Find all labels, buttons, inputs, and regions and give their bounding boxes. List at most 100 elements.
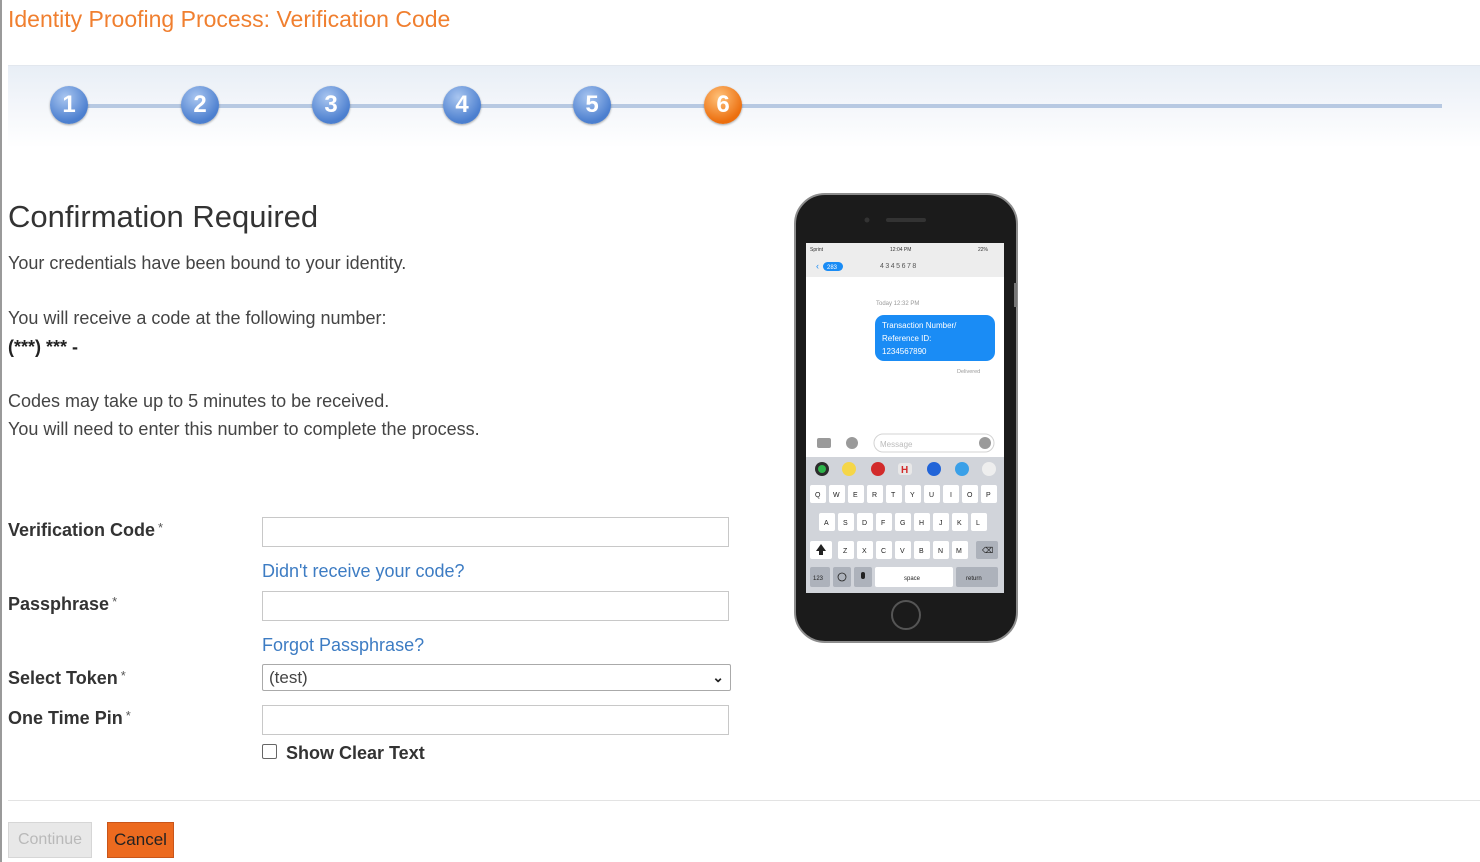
step-3: 3: [312, 86, 350, 124]
svg-text:E: E: [853, 492, 858, 499]
svg-text:space: space: [904, 576, 921, 582]
svg-text:J: J: [939, 520, 943, 527]
keyboard-row-4: 123 space return: [810, 567, 998, 587]
select-token-dropdown[interactable]: (test) ⌄: [262, 664, 731, 691]
svg-text:M: M: [956, 548, 962, 555]
step-4: 4: [443, 86, 481, 124]
app-icon-3: [871, 462, 885, 476]
phone-speaker: [886, 218, 926, 222]
message-timestamp: Today 12:32 PM: [876, 301, 919, 307]
resend-code-link[interactable]: Didn't receive your code?: [262, 561, 465, 582]
page-left-border: [0, 0, 2, 862]
select-token-value: (test): [269, 668, 308, 687]
step-5: 5: [573, 86, 611, 124]
sender-number: 4345678: [880, 263, 918, 270]
svg-text:X: X: [862, 548, 867, 555]
appstore-icon: [846, 437, 858, 449]
cancel-button[interactable]: Cancel: [107, 822, 174, 858]
message-input-placeholder: Message: [880, 440, 913, 449]
message-line-2: Reference ID:: [882, 334, 931, 343]
svg-text:return: return: [966, 576, 982, 582]
svg-text:F: F: [881, 520, 885, 527]
masked-phone-number: (***) *** -: [8, 337, 79, 357]
phone-side-button: [1014, 283, 1017, 307]
continue-button[interactable]: Continue: [8, 822, 92, 858]
message-line-3: 1234567890: [882, 347, 927, 356]
svg-text:K: K: [957, 520, 962, 527]
select-token-label: Select Token *: [8, 668, 126, 689]
required-marker: *: [112, 594, 118, 609]
passphrase-input[interactable]: [262, 591, 729, 621]
step-1: 1: [50, 86, 88, 124]
step-6-active: 6: [704, 86, 742, 124]
passphrase-label-text: Passphrase: [8, 594, 110, 614]
svg-text:H: H: [919, 520, 924, 527]
audio-icon: [979, 437, 991, 449]
app-icon-4-letter: H: [901, 465, 908, 476]
status-time: 12:04 PM: [890, 247, 911, 253]
delivered-status: Delivered: [957, 369, 980, 375]
one-time-pin-input[interactable]: [262, 705, 729, 735]
svg-text:S: S: [843, 520, 848, 527]
svg-text:G: G: [900, 520, 905, 527]
svg-text:I: I: [950, 492, 952, 499]
status-carrier: Sprint: [810, 247, 824, 253]
enter-number-text: You will need to enter this number to co…: [8, 419, 480, 439]
camera-icon: [817, 438, 831, 448]
progress-stepper-line: [60, 104, 1442, 108]
step-2: 2: [181, 86, 219, 124]
show-clear-text-checkbox[interactable]: [262, 744, 277, 759]
one-time-pin-label: One Time Pin *: [8, 708, 131, 729]
forgot-passphrase-link[interactable]: Forgot Passphrase?: [262, 635, 424, 656]
message-line-1: Transaction Number/: [882, 321, 957, 330]
svg-text:C: C: [881, 548, 886, 555]
status-battery: 22%: [978, 247, 989, 253]
globe-key: [833, 567, 851, 587]
required-marker: *: [158, 520, 164, 535]
svg-text:N: N: [938, 548, 943, 555]
verification-code-label-text: Verification Code: [8, 520, 156, 540]
app-icon-6: [955, 462, 969, 476]
show-clear-text-label: Show Clear Text: [286, 743, 425, 763]
required-marker: *: [125, 708, 131, 723]
more-icon: [982, 462, 996, 476]
page-title: Identity Proofing Process: Verification …: [8, 6, 451, 32]
passphrase-label: Passphrase *: [8, 594, 117, 615]
phone-camera: [864, 217, 870, 223]
svg-text:U: U: [929, 492, 934, 499]
svg-text:V: V: [900, 548, 905, 555]
actions-divider: [8, 800, 1480, 801]
one-time-pin-label-text: One Time Pin: [8, 708, 123, 728]
svg-text:P: P: [986, 492, 991, 499]
svg-text:Z: Z: [843, 548, 848, 555]
svg-text:R: R: [872, 492, 877, 499]
svg-text:W: W: [833, 492, 840, 499]
svg-text:123: 123: [813, 576, 824, 582]
svg-text:L: L: [976, 520, 980, 527]
app-icon-5: [927, 462, 941, 476]
back-chevron-icon: ‹: [816, 261, 819, 271]
chevron-down-icon: ⌄: [712, 669, 724, 685]
codes-time-text: Codes may take up to 5 minutes to be rec…: [8, 391, 390, 411]
receive-code-text: You will receive a code at the following…: [8, 308, 387, 328]
credentials-bound-text: Your credentials have been bound to your…: [8, 253, 407, 273]
confirmation-heading: Confirmation Required: [8, 199, 319, 234]
svg-text:T: T: [891, 492, 896, 499]
phone-illustration: Sprint 12:04 PM 22% ‹ 283 4345678 Today …: [794, 193, 1018, 643]
svg-text:D: D: [862, 520, 867, 527]
svg-text:A: A: [824, 520, 829, 527]
svg-text:Q: Q: [815, 492, 821, 499]
backspace-icon: ⌫: [982, 546, 993, 555]
keyboard-row-2: A S D F G H J K L: [819, 513, 987, 531]
svg-text:O: O: [967, 492, 973, 499]
verification-code-input[interactable]: [262, 517, 729, 547]
required-marker: *: [120, 668, 126, 683]
microphone-icon: [861, 572, 865, 579]
svg-text:B: B: [919, 548, 924, 555]
verification-code-label: Verification Code *: [8, 520, 163, 541]
app-icon-2: [842, 462, 856, 476]
svg-text:Y: Y: [910, 492, 915, 499]
back-badge-count: 283: [827, 265, 838, 271]
app-icon-1-inner: [818, 465, 826, 473]
select-token-label-text: Select Token: [8, 668, 118, 688]
